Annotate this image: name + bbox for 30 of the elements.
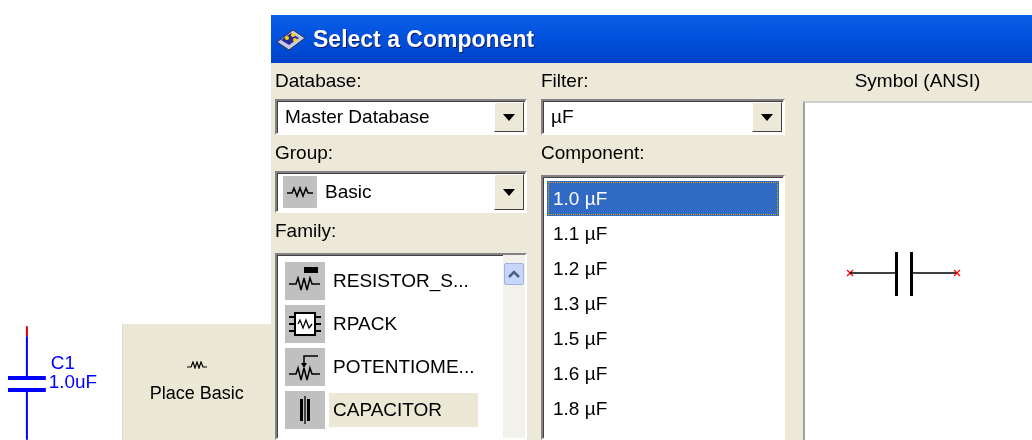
resistor-icon: [285, 262, 325, 300]
group-label: Group:: [275, 141, 335, 165]
component-item[interactable]: 1.1 µF: [547, 216, 779, 251]
rpack-icon: [285, 305, 325, 343]
database-label: Database:: [275, 69, 363, 93]
family-item[interactable]: RPACK: [329, 307, 402, 341]
family-item[interactable]: CAPACITOR: [329, 393, 479, 427]
component-item[interactable]: 1.0 µF: [547, 181, 779, 216]
component-item[interactable]: 1.6 µF: [547, 356, 779, 391]
group-dropdown[interactable]: Basic: [275, 171, 527, 213]
resistor-icon: [186, 360, 207, 369]
filter-dropdown[interactable]: µF: [541, 99, 785, 135]
database-dropdown[interactable]: Master Database: [275, 99, 527, 135]
potentiometer-icon: [285, 348, 325, 386]
family-label: Family:: [275, 219, 338, 243]
symbol-label: Symbol (ANSI): [853, 69, 982, 93]
component-item[interactable]: 1.2 µF: [547, 251, 779, 286]
component-item[interactable]: 1.5 µF: [547, 321, 779, 356]
scrollbar[interactable]: [503, 255, 525, 438]
scroll-up-icon[interactable]: [504, 263, 524, 285]
component-item[interactable]: 1.8 µF: [547, 391, 779, 426]
family-item[interactable]: POTENTIOME...: [329, 350, 479, 384]
capacitor-icon: [285, 391, 325, 429]
window-title: Select a Component: [313, 25, 535, 53]
resistor-icon: [283, 176, 317, 208]
filter-label: Filter:: [541, 69, 590, 93]
family-item[interactable]: RESISTOR_S...: [329, 264, 473, 298]
place-basic-button[interactable]: Place Basic: [121, 322, 271, 440]
component-item[interactable]: 1.3 µF: [547, 286, 779, 321]
component-label: Component:: [541, 141, 646, 165]
